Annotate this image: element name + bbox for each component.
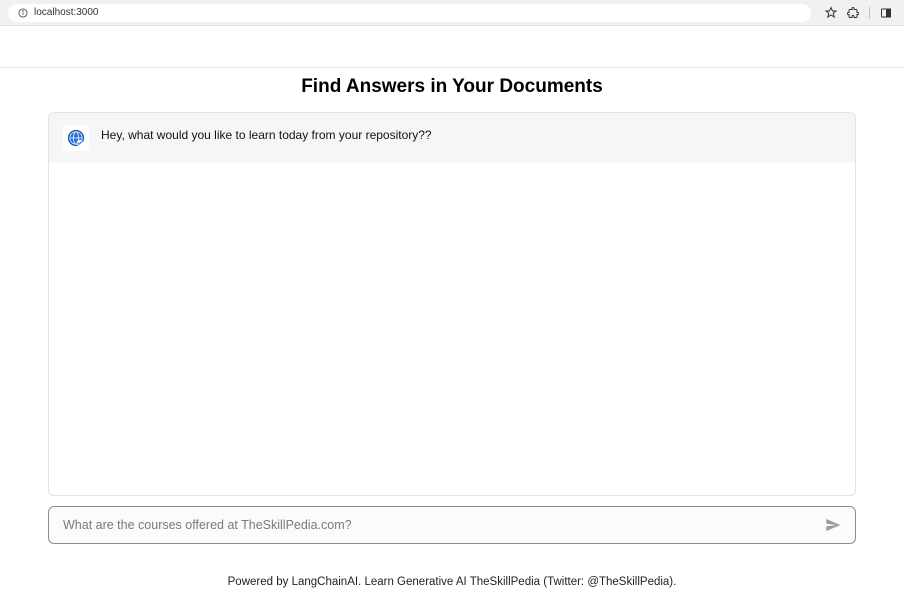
chrome-divider xyxy=(869,7,870,19)
url-text: localhost:3000 xyxy=(34,7,99,18)
footer-text: Powered by LangChainAI. Learn Generative… xyxy=(0,576,904,588)
sidepanel-icon[interactable] xyxy=(880,7,892,19)
chat-container: Hey, what would you like to learn today … xyxy=(48,112,856,496)
bot-avatar xyxy=(63,125,89,151)
bot-message-text: Hey, what would you like to learn today … xyxy=(101,125,432,142)
info-icon xyxy=(18,8,28,18)
chrome-actions xyxy=(825,7,896,19)
toolbar-strip xyxy=(0,26,904,68)
chat-input[interactable] xyxy=(63,518,815,532)
bot-message-row: Hey, what would you like to learn today … xyxy=(49,113,855,163)
browser-chrome: localhost:3000 xyxy=(0,0,904,26)
send-button[interactable] xyxy=(825,517,841,533)
chat-input-row xyxy=(48,506,856,544)
extensions-icon[interactable] xyxy=(847,7,859,19)
send-icon xyxy=(825,517,841,533)
page-title: Find Answers in Your Documents xyxy=(0,76,904,98)
url-bar[interactable]: localhost:3000 xyxy=(8,4,811,22)
star-icon[interactable] xyxy=(825,7,837,19)
